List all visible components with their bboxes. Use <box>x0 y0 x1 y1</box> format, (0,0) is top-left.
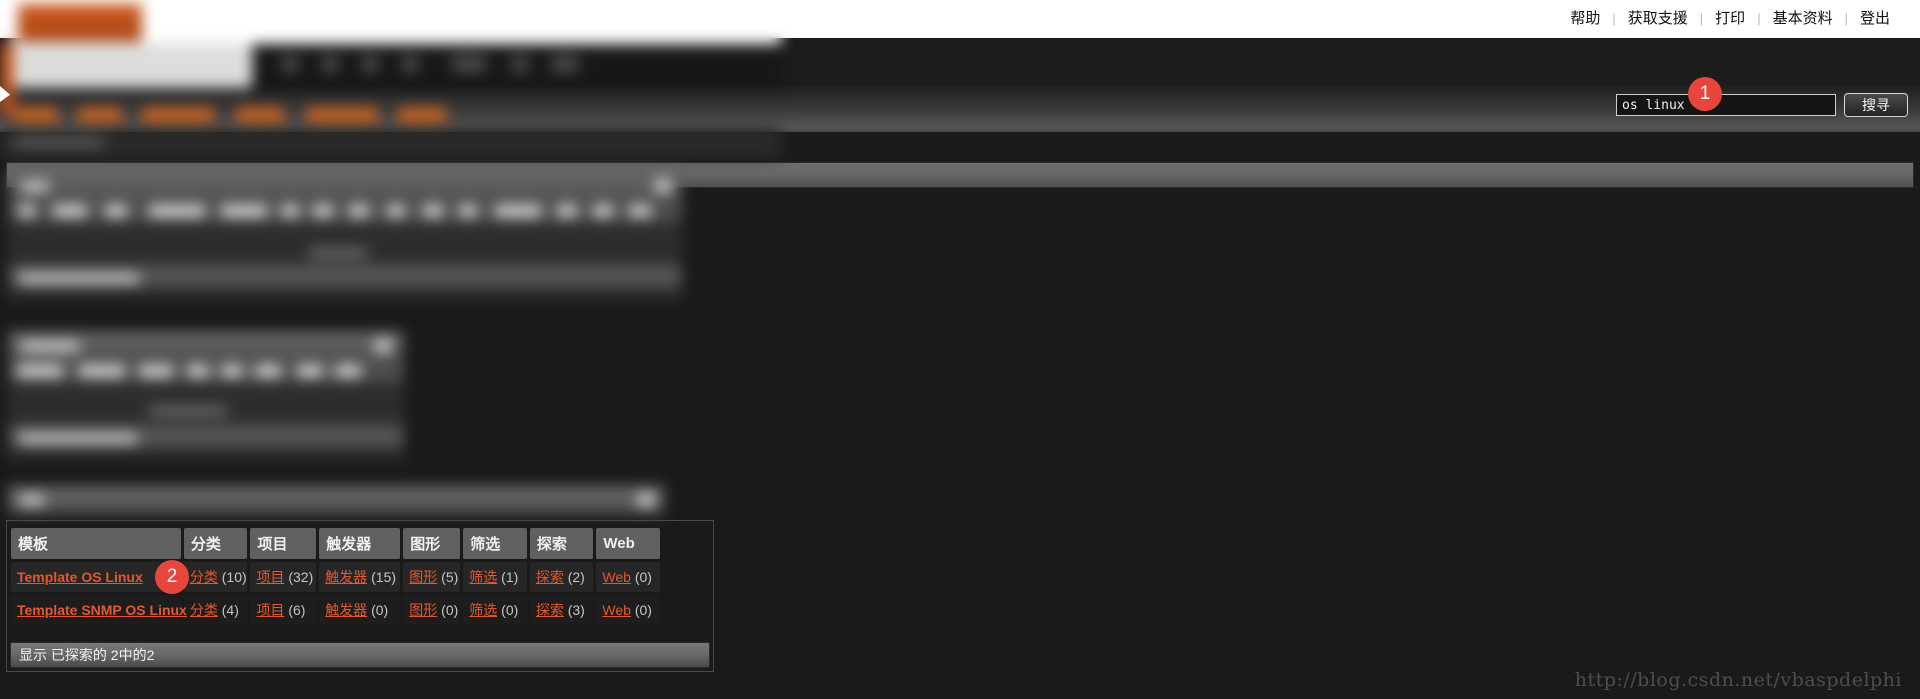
link-applications[interactable]: 分类 <box>190 602 218 618</box>
link-items[interactable]: 项目 <box>256 569 284 585</box>
cell-applications: 分类 (10) <box>183 562 248 592</box>
link-screens[interactable]: 筛选 <box>469 602 497 618</box>
nav-link-print[interactable]: 打印 <box>1703 0 1757 38</box>
column-header-discovery[interactable]: 探索 <box>529 528 594 559</box>
link-web[interactable]: Web <box>602 602 631 618</box>
cell-triggers: 触发器 (0) <box>319 595 401 625</box>
count-applications: (10) <box>221 569 247 585</box>
watermark-url: http://blog.csdn.net/vbaspdelphi <box>1574 669 1902 691</box>
template-link-snmp-os-linux[interactable]: Template SNMP OS Linux <box>17 602 187 618</box>
redacted-panel-two <box>0 325 412 475</box>
link-triggers[interactable]: 触发器 <box>325 602 367 618</box>
search-input[interactable] <box>1616 94 1836 116</box>
count-web: (0) <box>634 602 652 618</box>
search-button[interactable]: 搜寻 <box>1844 93 1908 117</box>
column-header-items[interactable]: 项目 <box>250 528 317 559</box>
cell-triggers: 触发器 (15) <box>319 562 401 592</box>
column-header-template[interactable]: 模板 <box>11 528 181 559</box>
cell-applications: 分类 (4) <box>183 595 248 625</box>
link-graphs[interactable]: 图形 <box>409 602 437 618</box>
link-discovery[interactable]: 探索 <box>536 602 564 618</box>
redacted-panel-three <box>0 480 672 524</box>
nav-link-logout[interactable]: 登出 <box>1848 0 1902 38</box>
annotation-badge-1: 1 <box>1688 77 1722 111</box>
column-header-screens[interactable]: 筛选 <box>463 528 527 559</box>
count-web: (0) <box>634 569 652 585</box>
column-header-web[interactable]: Web <box>596 528 660 559</box>
link-triggers[interactable]: 触发器 <box>325 569 367 585</box>
table-row: Template OS Linux 分类 (10) 项目 (32) 触发器 (1… <box>11 562 660 592</box>
table-header-row: 模板 分类 项目 触发器 图形 筛选 探索 Web <box>11 528 660 559</box>
link-screens[interactable]: 筛选 <box>469 569 497 585</box>
count-discovery: (2) <box>567 569 585 585</box>
link-applications[interactable]: 分类 <box>190 569 218 585</box>
template-name-cell: Template SNMP OS Linux <box>11 595 187 625</box>
annotation-badge-2: 2 <box>155 560 189 594</box>
count-items: (6) <box>288 602 306 618</box>
cell-screens: 筛选 (0) <box>463 595 527 625</box>
cell-web: Web (0) <box>596 562 660 592</box>
link-web[interactable]: Web <box>602 569 631 585</box>
redacted-header-region <box>0 0 781 158</box>
top-navigation: 帮助 | 获取支援 | 打印 | 基本资料 | 登出 <box>1558 0 1902 38</box>
search-zone: 搜寻 <box>1616 93 1908 117</box>
template-link-os-linux[interactable]: Template OS Linux <box>17 569 143 585</box>
cell-discovery: 探索 (3) <box>529 595 594 625</box>
table-footer-status: 显示 已探索的 2中的2 <box>10 642 710 668</box>
cell-web: Web (0) <box>596 595 660 625</box>
cell-items: 项目 (6) <box>250 595 317 625</box>
count-applications: (4) <box>221 602 239 618</box>
link-graphs[interactable]: 图形 <box>409 569 437 585</box>
column-header-applications[interactable]: 分类 <box>183 528 248 559</box>
column-header-graphs[interactable]: 图形 <box>403 528 461 559</box>
link-discovery[interactable]: 探索 <box>536 569 564 585</box>
cell-graphs: 图形 (5) <box>403 562 461 592</box>
cell-discovery: 探索 (2) <box>529 562 594 592</box>
cell-graphs: 图形 (0) <box>403 595 461 625</box>
cell-items: 项目 (32) <box>250 562 317 592</box>
nav-link-profile[interactable]: 基本资料 <box>1761 0 1845 38</box>
count-triggers: (0) <box>371 602 389 618</box>
count-items: (32) <box>288 569 314 585</box>
column-header-triggers[interactable]: 触发器 <box>319 528 401 559</box>
table-row: Template SNMP OS Linux 分类 (4) 项目 (6) 触发器… <box>11 595 660 625</box>
template-results-table: 模板 分类 项目 触发器 图形 筛选 探索 Web Template OS Li… <box>8 525 663 628</box>
cell-screens: 筛选 (1) <box>463 562 527 592</box>
count-graphs: (5) <box>441 569 459 585</box>
link-items[interactable]: 项目 <box>256 602 284 618</box>
redacted-panel-one <box>0 165 700 315</box>
count-screens: (0) <box>501 602 519 618</box>
nav-link-get-support[interactable]: 获取支援 <box>1616 0 1700 38</box>
count-graphs: (0) <box>441 602 459 618</box>
count-screens: (1) <box>501 569 519 585</box>
nav-link-help[interactable]: 帮助 <box>1558 0 1612 38</box>
count-discovery: (3) <box>567 602 585 618</box>
count-triggers: (15) <box>371 569 396 585</box>
